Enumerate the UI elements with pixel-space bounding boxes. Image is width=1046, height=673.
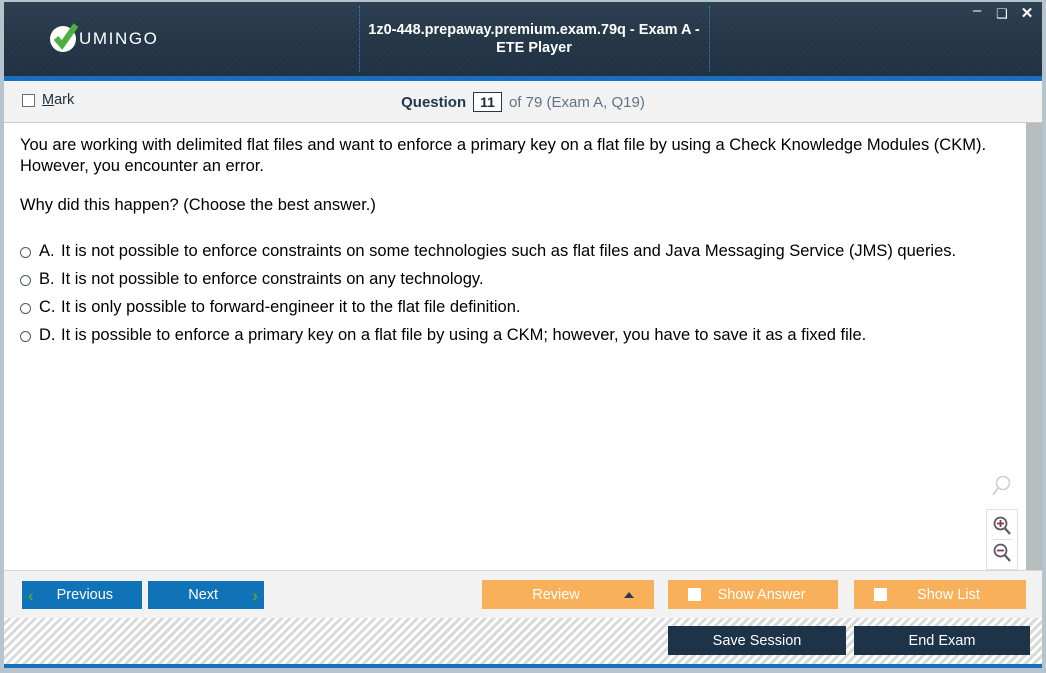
review-button-label: Review [532,586,580,603]
show-answer-button[interactable]: Show Answer [668,580,838,609]
magnifier-icon[interactable] [989,474,1015,505]
question-content-area: You are working with delimited flat file… [4,123,1042,570]
answer-letter-a: A. [39,242,55,260]
question-total-label: of 79 (Exam A, Q19) [508,93,645,111]
logo-checkmark-icon [50,23,80,54]
zoom-in-icon[interactable] [988,513,1016,539]
review-button[interactable]: Review [482,580,654,609]
show-list-label: Show List [917,586,980,603]
answer-text-d: It is possible to enforce a primary key … [61,326,867,345]
previous-button[interactable]: ‹ Previous [22,581,142,609]
title-divider-right [709,6,710,72]
next-button-label: Next [188,587,219,603]
question-word-label: Question [401,93,467,111]
show-list-checkbox[interactable] [874,588,887,601]
ete-player-window: UMINGO 1z0-448.prepaway.premium.exam.79q… [0,0,1046,673]
radio-option-b[interactable] [20,275,31,287]
window-controls: – ❑ ✕ [970,3,1034,21]
radio-option-a[interactable] [20,247,31,258]
answer-options-list: A. It is not possible to enforce constra… [20,241,1020,353]
save-session-button[interactable]: Save Session [668,626,846,655]
logo-text: UMINGO [79,29,159,48]
question-paragraph-2: Why did this happen? (Choose the best an… [20,196,376,215]
zoom-tools [984,474,1020,570]
answer-option-a[interactable]: A. It is not possible to enforce constra… [20,241,1020,262]
answer-text-b: It is not possible to enforce constraint… [61,270,484,289]
answer-option-c[interactable]: C. It is only possible to forward-engine… [20,297,1020,318]
answer-option-d[interactable]: D. It is possible to enforce a primary k… [20,325,1020,346]
vertical-scrollbar[interactable] [1026,123,1042,570]
mark-label: Mark [42,92,74,108]
answer-letter-b: B. [39,270,55,289]
close-icon[interactable]: ✕ [1020,6,1034,21]
show-answer-checkbox[interactable] [688,588,701,601]
show-list-button[interactable]: Show List [854,580,1026,609]
window-title: 1z0-448.prepaway.premium.exam.79q - Exam… [368,21,700,56]
mark-accel-letter: M [42,92,55,108]
minimize-icon[interactable]: – [970,3,984,20]
caret-up-icon [624,591,634,598]
answer-option-b[interactable]: B. It is not possible to enforce constra… [20,269,1020,290]
chevron-right-icon: › [252,585,258,605]
vumingo-logo: UMINGO [50,23,159,54]
zoom-out-icon[interactable] [988,540,1016,566]
next-button[interactable]: Next › [148,581,264,609]
show-answer-label: Show Answer [717,586,806,603]
previous-button-label: Previous [56,587,114,603]
answer-letter-c: C. [39,298,56,317]
radio-option-d[interactable] [20,331,31,343]
mark-checkbox[interactable] [22,93,35,107]
mark-label-rest: ark [54,92,75,108]
answer-text-a: It is not possible to enforce constraint… [61,242,957,260]
check-glyph [53,23,79,50]
question-info-bar: Question 11 of 79 (Exam A, Q19) Mark [4,81,1042,123]
question-stem: You are working with delimited flat file… [20,135,1015,234]
maximize-icon[interactable]: ❑ [995,6,1009,20]
radio-option-c[interactable] [20,303,31,315]
end-exam-button[interactable]: End Exam [854,626,1030,655]
mark-checkbox-row[interactable]: Mark [22,92,74,108]
question-counter: Question 11 of 79 (Exam A, Q19) [4,81,1042,123]
title-bar: UMINGO 1z0-448.prepaway.premium.exam.79q… [4,2,1042,76]
status-bar: Save Session End Exam [4,618,1042,668]
zoom-panel [986,509,1018,570]
question-paragraph-1: You are working with delimited flat file… [20,136,987,176]
answer-text-c: It is only possible to forward-engineer … [61,298,521,317]
answer-letter-d: D. [39,326,56,345]
question-number-box[interactable]: 11 [473,92,502,112]
